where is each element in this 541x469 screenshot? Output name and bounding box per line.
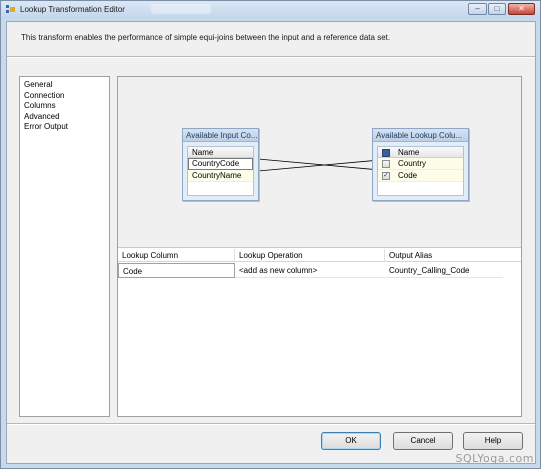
header-divider xyxy=(7,56,535,58)
watermark: SQLYoga.com xyxy=(455,452,534,465)
dialog-content: This transform enables the performance o… xyxy=(6,21,536,464)
footer-divider xyxy=(7,423,535,425)
page-navigation-list: General Connection Columns Advanced Erro… xyxy=(19,76,110,417)
select-all-checkbox[interactable] xyxy=(382,149,390,157)
lookup-column-label: Country xyxy=(398,159,427,168)
help-button[interactable]: Help xyxy=(463,432,523,450)
lookup-column-cell[interactable]: Code xyxy=(118,263,235,278)
lookup-columns-list: Name Country ✓ Code xyxy=(377,146,464,196)
minimize-button[interactable]: – xyxy=(468,3,487,15)
lookup-columns-box[interactable]: Available Lookup Colu... Name Country ✓ xyxy=(372,128,469,201)
window-title: Lookup Transformation Editor xyxy=(20,5,125,14)
ok-button[interactable]: OK xyxy=(321,432,381,450)
nav-item-connection[interactable]: Connection xyxy=(24,91,105,102)
column-mapping-diagram: Available Input Co... Name CountryCode C… xyxy=(118,77,521,248)
lookup-column-label: Code xyxy=(398,171,418,180)
dialog-description: This transform enables the performance o… xyxy=(21,33,391,42)
maximize-button[interactable]: □ xyxy=(488,3,506,15)
input-name-header: Name xyxy=(188,147,253,158)
app-icon xyxy=(6,5,15,13)
output-alias-cell[interactable]: Country_Calling_Code xyxy=(385,263,503,278)
grid-header-lookup-column[interactable]: Lookup Column xyxy=(118,249,235,262)
cancel-button[interactable]: Cancel xyxy=(393,432,453,450)
input-columns-list: Name CountryCode CountryName xyxy=(187,146,254,196)
input-column-countryname[interactable]: CountryName xyxy=(188,170,253,182)
lookup-name-header: Name xyxy=(378,147,463,158)
lookup-column-country[interactable]: Country xyxy=(378,158,463,170)
input-column-countrycode[interactable]: CountryCode xyxy=(188,158,253,170)
nav-item-columns[interactable]: Columns xyxy=(24,101,105,112)
input-columns-box[interactable]: Available Input Co... Name CountryCode C… xyxy=(182,128,259,201)
lookup-box-title: Available Lookup Colu... xyxy=(373,129,468,142)
lookup-editor-window: Lookup Transformation Editor – □ ✕ This … xyxy=(0,0,541,469)
grid-header-lookup-operation[interactable]: Lookup Operation xyxy=(235,249,385,262)
title-bar[interactable]: Lookup Transformation Editor – □ ✕ xyxy=(1,1,540,19)
columns-page: Available Input Co... Name CountryCode C… xyxy=(117,76,522,417)
input-box-title: Available Input Co... xyxy=(183,129,258,142)
nav-item-advanced[interactable]: Advanced xyxy=(24,112,105,123)
grid-header-output-alias[interactable]: Output Alias xyxy=(385,249,521,262)
nav-item-general[interactable]: General xyxy=(24,80,105,91)
code-checkbox[interactable]: ✓ xyxy=(382,172,390,180)
close-button[interactable]: ✕ xyxy=(508,3,535,15)
country-checkbox[interactable] xyxy=(382,160,390,168)
lookup-column-code[interactable]: ✓ Code xyxy=(378,170,463,182)
nav-item-error-output[interactable]: Error Output xyxy=(24,122,105,133)
lookup-name-header-label: Name xyxy=(398,148,420,157)
lookup-operation-cell[interactable]: <add as new column> xyxy=(235,263,385,278)
background-tab xyxy=(151,4,211,14)
